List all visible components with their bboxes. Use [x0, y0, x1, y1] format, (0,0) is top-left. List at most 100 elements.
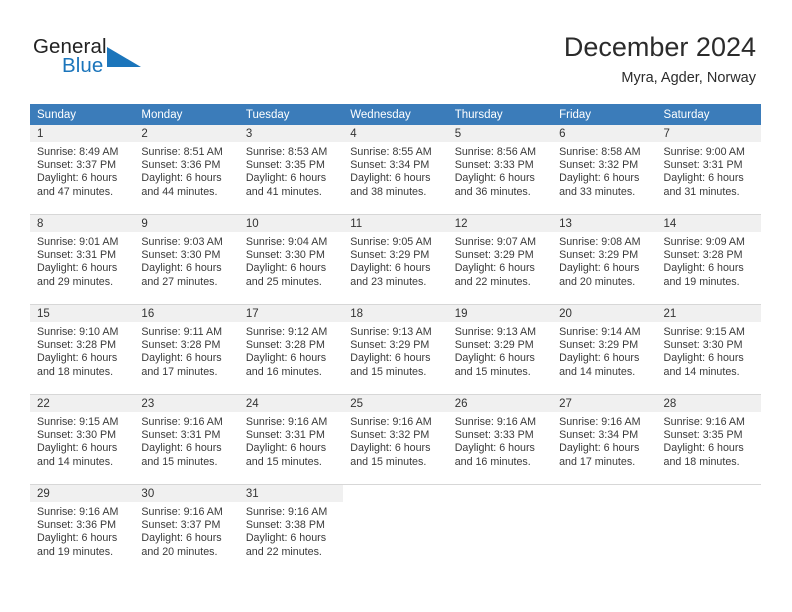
day-cell[interactable]: 12: [447, 215, 553, 232]
day-detail-text: Sunrise: 8:56 AM Sunset: 3:33 PM Dayligh…: [454, 146, 537, 198]
day-detail-cell[interactable]: Sunrise: 8:56 AM Sunset: 3:33 PM Dayligh…: [447, 142, 553, 204]
day-detail-text: Sunrise: 9:01 AM Sunset: 3:31 PM Dayligh…: [37, 236, 119, 288]
day-detail-text: Sunrise: 9:09 AM Sunset: 3:28 PM Dayligh…: [663, 236, 745, 288]
day-number: 17: [245, 308, 259, 320]
page-title: December 2024: [563, 32, 756, 62]
day-cell[interactable]: 18: [343, 305, 448, 322]
day-cell[interactable]: 4: [343, 125, 448, 142]
day-cell[interactable]: 10: [238, 215, 344, 232]
day-detail-text: Sunrise: 9:16 AM Sunset: 3:35 PM Dayligh…: [663, 416, 745, 468]
day-cell[interactable]: 14: [656, 215, 761, 232]
day-detail-text: Sunrise: 9:16 AM Sunset: 3:31 PM Dayligh…: [141, 416, 223, 468]
day-cell[interactable]: 19: [447, 305, 553, 322]
day-cell[interactable]: 1: [30, 125, 135, 142]
day-detail-text: Sunrise: 9:13 AM Sunset: 3:29 PM Dayligh…: [454, 326, 537, 378]
day-detail-cell[interactable]: Sunrise: 9:16 AM Sunset: 3:32 PM Dayligh…: [343, 412, 448, 474]
day-detail-cell[interactable]: Sunrise: 9:13 AM Sunset: 3:29 PM Dayligh…: [447, 322, 553, 384]
day-cell[interactable]: 25: [343, 395, 448, 412]
day-cell[interactable]: 27: [552, 395, 657, 412]
day-detail-cell[interactable]: Sunrise: 9:15 AM Sunset: 3:30 PM Dayligh…: [30, 412, 135, 474]
empty-day-cell: [552, 502, 657, 564]
day-detail-text: Sunrise: 9:15 AM Sunset: 3:30 PM Dayligh…: [663, 326, 745, 378]
day-detail-cell[interactable]: Sunrise: 9:16 AM Sunset: 3:37 PM Dayligh…: [134, 502, 239, 564]
day-number: 19: [454, 308, 468, 320]
day-cell[interactable]: 31: [238, 485, 344, 502]
day-cell[interactable]: 23: [134, 395, 239, 412]
day-cell[interactable]: 17: [238, 305, 344, 322]
day-detail-text: Sunrise: 9:07 AM Sunset: 3:29 PM Dayligh…: [454, 236, 537, 288]
day-detail-text: Sunrise: 8:53 AM Sunset: 3:35 PM Dayligh…: [245, 146, 328, 198]
day-detail-cell[interactable]: Sunrise: 9:05 AM Sunset: 3:29 PM Dayligh…: [343, 232, 448, 294]
day-cell[interactable]: 28: [656, 395, 761, 412]
day-number: 31: [245, 488, 259, 500]
weekday-header-friday: Friday: [552, 104, 657, 125]
day-detail-cell[interactable]: Sunrise: 9:12 AM Sunset: 3:28 PM Dayligh…: [238, 322, 344, 384]
day-detail-cell[interactable]: Sunrise: 9:04 AM Sunset: 3:30 PM Dayligh…: [238, 232, 344, 294]
day-cell[interactable]: 29: [30, 485, 135, 502]
week-row-daynums: 8 9 10 11 12 13 14: [30, 215, 761, 232]
weekday-header-thursday: Thursday: [447, 104, 553, 125]
day-detail-cell[interactable]: Sunrise: 9:00 AM Sunset: 3:31 PM Dayligh…: [656, 142, 761, 204]
day-detail-cell[interactable]: Sunrise: 9:07 AM Sunset: 3:29 PM Dayligh…: [447, 232, 553, 294]
page-subtitle: Myra, Agder, Norway: [621, 70, 756, 86]
day-detail-cell[interactable]: Sunrise: 9:11 AM Sunset: 3:28 PM Dayligh…: [134, 322, 239, 384]
day-cell[interactable]: 22: [30, 395, 135, 412]
day-detail-cell[interactable]: Sunrise: 9:14 AM Sunset: 3:29 PM Dayligh…: [552, 322, 657, 384]
day-cell[interactable]: 6: [552, 125, 657, 142]
day-number: 28: [663, 398, 677, 410]
day-cell[interactable]: 7: [656, 125, 761, 142]
empty-day-cell: [343, 502, 448, 564]
day-cell[interactable]: 11: [343, 215, 448, 232]
day-detail-cell[interactable]: Sunrise: 8:49 AM Sunset: 3:37 PM Dayligh…: [30, 142, 135, 204]
day-cell[interactable]: 5: [447, 125, 553, 142]
day-detail-cell[interactable]: Sunrise: 8:55 AM Sunset: 3:34 PM Dayligh…: [343, 142, 448, 204]
day-detail-cell[interactable]: Sunrise: 9:16 AM Sunset: 3:31 PM Dayligh…: [134, 412, 239, 474]
day-detail-text: Sunrise: 8:49 AM Sunset: 3:37 PM Dayligh…: [37, 146, 119, 198]
day-cell[interactable]: 20: [552, 305, 657, 322]
day-detail-text: Sunrise: 9:13 AM Sunset: 3:29 PM Dayligh…: [350, 326, 432, 378]
day-detail-cell[interactable]: Sunrise: 9:09 AM Sunset: 3:28 PM Dayligh…: [656, 232, 761, 294]
triangle-flag-icon: [107, 47, 141, 67]
day-detail-cell[interactable]: Sunrise: 9:16 AM Sunset: 3:36 PM Dayligh…: [30, 502, 135, 564]
day-detail-cell[interactable]: Sunrise: 9:01 AM Sunset: 3:31 PM Dayligh…: [30, 232, 135, 294]
day-cell[interactable]: 2: [134, 125, 239, 142]
day-detail-cell[interactable]: Sunrise: 9:15 AM Sunset: 3:30 PM Dayligh…: [656, 322, 761, 384]
day-detail-cell[interactable]: Sunrise: 8:51 AM Sunset: 3:36 PM Dayligh…: [134, 142, 239, 204]
day-cell[interactable]: 13: [552, 215, 657, 232]
week-row-daynums: 15 16 17 18 19 20 21: [30, 305, 761, 322]
day-detail-text: Sunrise: 9:16 AM Sunset: 3:32 PM Dayligh…: [350, 416, 432, 468]
day-cell[interactable]: 30: [134, 485, 239, 502]
day-detail-cell[interactable]: Sunrise: 9:03 AM Sunset: 3:30 PM Dayligh…: [134, 232, 239, 294]
day-number: 12: [454, 218, 468, 230]
day-detail-cell[interactable]: Sunrise: 9:16 AM Sunset: 3:33 PM Dayligh…: [447, 412, 553, 474]
day-detail-text: Sunrise: 9:15 AM Sunset: 3:30 PM Dayligh…: [37, 416, 119, 468]
day-detail-cell[interactable]: Sunrise: 9:16 AM Sunset: 3:34 PM Dayligh…: [552, 412, 657, 474]
day-detail-cell[interactable]: Sunrise: 9:08 AM Sunset: 3:29 PM Dayligh…: [552, 232, 657, 294]
week-row-details: Sunrise: 8:49 AM Sunset: 3:37 PM Dayligh…: [30, 142, 761, 204]
day-detail-cell[interactable]: Sunrise: 9:16 AM Sunset: 3:38 PM Dayligh…: [238, 502, 344, 564]
month-calendar: Sunday Monday Tuesday Wednesday Thursday…: [30, 104, 761, 564]
day-cell[interactable]: 3: [238, 125, 344, 142]
day-number: 4: [350, 128, 357, 140]
day-cell[interactable]: 21: [656, 305, 761, 322]
day-cell[interactable]: 15: [30, 305, 135, 322]
day-detail-cell[interactable]: Sunrise: 9:16 AM Sunset: 3:31 PM Dayligh…: [238, 412, 344, 474]
day-detail-cell[interactable]: Sunrise: 8:53 AM Sunset: 3:35 PM Dayligh…: [238, 142, 344, 204]
day-cell[interactable]: 24: [238, 395, 344, 412]
day-cell[interactable]: 9: [134, 215, 239, 232]
day-detail-cell[interactable]: Sunrise: 8:58 AM Sunset: 3:32 PM Dayligh…: [552, 142, 657, 204]
day-detail-text: Sunrise: 9:04 AM Sunset: 3:30 PM Dayligh…: [245, 236, 328, 288]
day-cell[interactable]: 16: [134, 305, 239, 322]
day-detail-cell[interactable]: Sunrise: 9:10 AM Sunset: 3:28 PM Dayligh…: [30, 322, 135, 384]
day-detail-cell[interactable]: Sunrise: 9:16 AM Sunset: 3:35 PM Dayligh…: [656, 412, 761, 474]
week-spacer: [30, 204, 761, 214]
week-row-details: Sunrise: 9:16 AM Sunset: 3:36 PM Dayligh…: [30, 502, 761, 564]
day-number: 27: [559, 398, 572, 410]
day-cell[interactable]: 8: [30, 215, 135, 232]
day-number: 10: [245, 218, 259, 230]
day-detail-text: Sunrise: 8:55 AM Sunset: 3:34 PM Dayligh…: [350, 146, 432, 198]
day-cell[interactable]: 26: [447, 395, 553, 412]
general-blue-logo[interactable]: General Blue: [33, 36, 163, 84]
day-detail-cell[interactable]: Sunrise: 9:13 AM Sunset: 3:29 PM Dayligh…: [343, 322, 448, 384]
weekday-header-monday: Monday: [134, 104, 239, 125]
